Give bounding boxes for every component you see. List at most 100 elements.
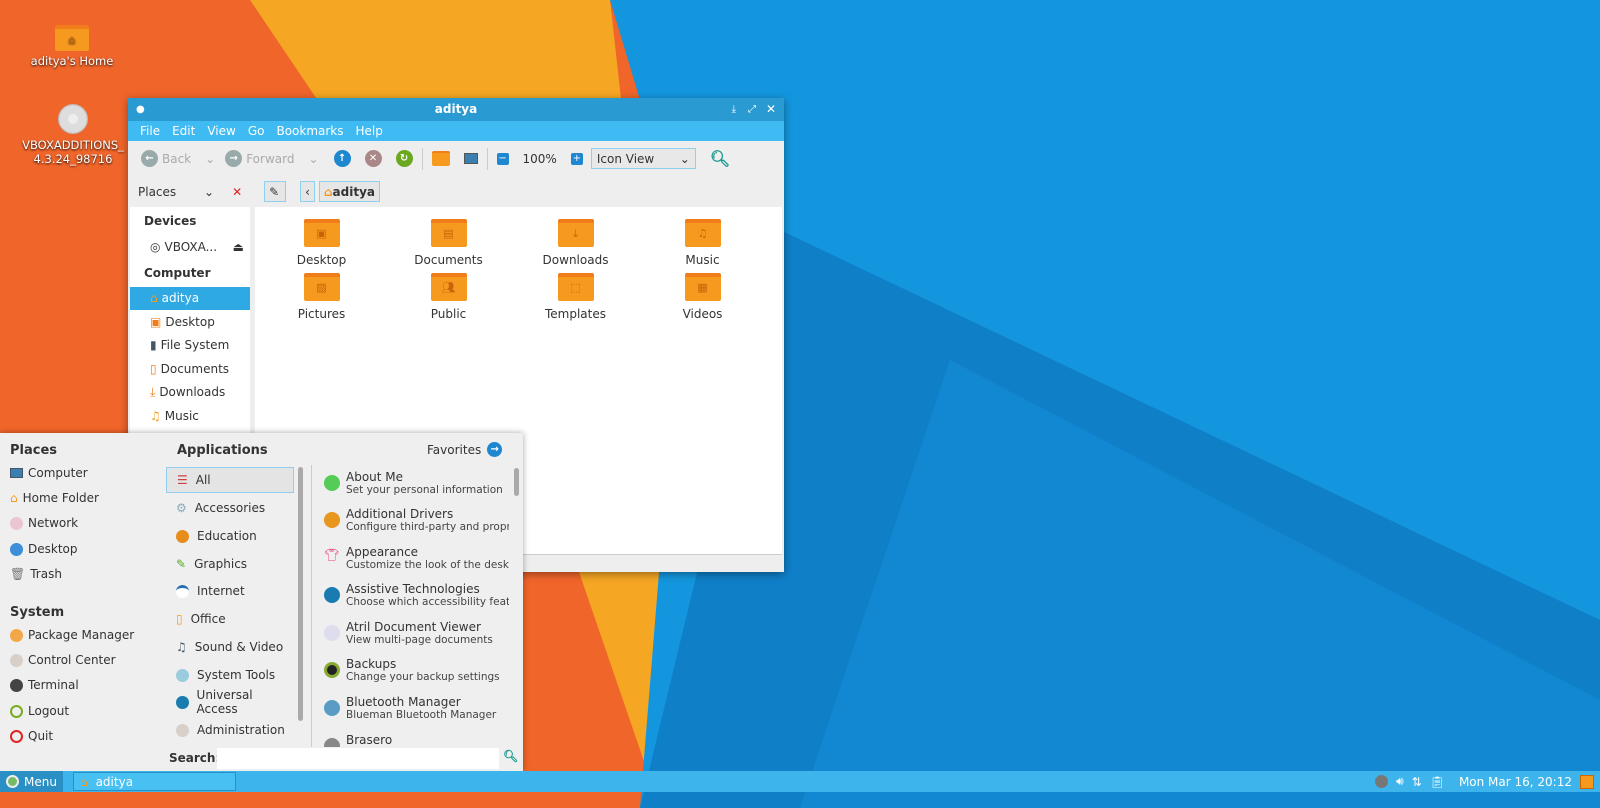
- place-computer[interactable]: Computer: [10, 466, 88, 480]
- file-item[interactable]: ▣ Desktop: [258, 219, 385, 267]
- close-pane-icon[interactable]: ✕: [232, 185, 242, 199]
- computer-icon[interactable]: [463, 153, 478, 164]
- app-about-me[interactable]: About Me Set your personal information: [324, 470, 509, 496]
- folder-pictures-icon: ▨: [303, 273, 340, 301]
- file-item[interactable]: 👥︎ Public: [385, 273, 512, 321]
- menu-help[interactable]: Help: [350, 121, 389, 141]
- app-brasero[interactable]: Brasero: [324, 733, 509, 747]
- volume-icon[interactable]: 🔊︎: [1396, 774, 1404, 789]
- app-appearance[interactable]: 👕︎ Appearance Customize the look of the de…: [324, 545, 509, 571]
- bluetooth-icon[interactable]: [1375, 775, 1389, 788]
- sidebar-header-computer: Computer: [144, 265, 211, 280]
- eject-icon[interactable]: ⏏: [233, 240, 244, 254]
- category-accessories[interactable]: ⚙ Accessories: [166, 495, 294, 521]
- home-icon[interactable]: [431, 151, 450, 166]
- app-additional-drivers[interactable]: Additional Drivers Configure third-party …: [324, 507, 509, 533]
- back-button[interactable]: ← Back ⌄: [138, 150, 218, 167]
- category-all[interactable]: ☰ All: [166, 467, 294, 493]
- toggle-location-button[interactable]: ✎: [264, 181, 287, 202]
- file-item[interactable]: ♫ Music: [639, 219, 766, 267]
- search-input[interactable]: [217, 748, 499, 769]
- desktop-icon: ▣: [150, 314, 162, 329]
- category-office[interactable]: ▯ Office: [166, 606, 294, 632]
- app-bluetooth-manager[interactable]: Bluetooth Manager Blueman Bluetooth Manag…: [324, 695, 509, 721]
- sidebar-header-devices: Devices: [144, 214, 197, 228]
- clock[interactable]: Mon Mar 16, 20:12: [1459, 775, 1572, 789]
- menu-view[interactable]: View: [201, 121, 241, 141]
- maximize-button[interactable]: ⤢: [748, 98, 756, 121]
- sidebar-item-documents[interactable]: ▯ Documents: [130, 357, 250, 381]
- search-icon[interactable]: 🔍︎: [503, 749, 518, 763]
- favorites-button[interactable]: Favorites →: [427, 442, 503, 457]
- home-icon: ⌂: [323, 184, 333, 199]
- category-universal-access[interactable]: Universal Access: [166, 688, 294, 716]
- chevron-down-icon[interactable]: ⌄: [308, 152, 318, 166]
- place-desktop[interactable]: Desktop: [10, 542, 78, 556]
- menu-button[interactable]: Menu: [0, 771, 63, 792]
- chevron-down-icon[interactable]: ⌄: [205, 152, 215, 166]
- home-icon: ⌂: [79, 774, 88, 789]
- sidebar-item-downloads[interactable]: ⤓ Downloads: [130, 381, 250, 405]
- system-logout[interactable]: Logout: [10, 704, 69, 718]
- apps-scrollbar[interactable]: [514, 468, 519, 496]
- file-item[interactable]: ▦ Videos: [639, 273, 766, 321]
- category-sound-video[interactable]: ♫ Sound & Video: [166, 634, 294, 660]
- breadcrumb[interactable]: ⌂ aditya: [318, 181, 380, 202]
- search-icon[interactable]: 🔍︎: [710, 149, 730, 168]
- menu-file[interactable]: File: [134, 121, 166, 141]
- side-pane-select[interactable]: Places: [138, 185, 198, 199]
- stop-icon[interactable]: ✕: [364, 150, 382, 167]
- crumb-back-button[interactable]: ‹: [300, 181, 315, 202]
- file-item[interactable]: ⬚ Templates: [512, 273, 639, 321]
- minimize-button[interactable]: ⤓: [732, 98, 736, 121]
- sidebar-item-desktop[interactable]: ▣ Desktop: [130, 310, 250, 334]
- forward-arrow-icon: →: [225, 150, 243, 167]
- sidebar-item-file-system[interactable]: ▮ File System: [130, 334, 250, 358]
- taskbar-window-aditya[interactable]: ⌂ aditya: [72, 772, 236, 791]
- categories-scrollbar[interactable]: [298, 467, 303, 721]
- drive-icon: ▮: [150, 338, 157, 353]
- show-desktop-icon[interactable]: [1580, 774, 1594, 789]
- zoom-in-icon[interactable]: +: [570, 152, 583, 165]
- desktop-icon-vboxadditions[interactable]: VBOXADDITIONS_4.3.24_98716: [17, 104, 129, 166]
- menu-bookmarks[interactable]: Bookmarks: [270, 121, 349, 141]
- title-bar[interactable]: ● aditya ⤓ ⤢ ✕: [128, 98, 784, 121]
- window-menu-icon[interactable]: ●: [136, 98, 145, 121]
- category-administration[interactable]: Administration: [166, 717, 294, 743]
- sidebar-item-vbox[interactable]: ◎ VBOXA... ⏏: [130, 235, 250, 259]
- clipboard-icon[interactable]: 📋︎: [1430, 775, 1445, 789]
- close-button[interactable]: ✕: [766, 98, 776, 121]
- desktop-icon-home[interactable]: ⌂ aditya's Home: [17, 25, 127, 68]
- file-item[interactable]: ▤ Documents: [385, 219, 512, 267]
- place-trash[interactable]: 🗑︎ Trash: [10, 567, 62, 581]
- view-mode-select[interactable]: Icon View ⌄: [590, 148, 696, 169]
- file-item[interactable]: ⤓ Downloads: [512, 219, 639, 267]
- terminal-icon: [10, 678, 23, 692]
- place-network[interactable]: Network: [10, 516, 78, 530]
- app-assistive-technologies[interactable]: Assistive Technologies Choose which acces…: [324, 582, 509, 608]
- app-atril[interactable]: Atril Document Viewer View multi-page doc…: [324, 620, 509, 646]
- category-internet[interactable]: Internet: [166, 578, 294, 604]
- sidebar-item-aditya[interactable]: ⌂ aditya: [130, 286, 250, 310]
- forward-button[interactable]: → Forward ⌄: [222, 150, 321, 167]
- system-control-center[interactable]: Control Center: [10, 653, 116, 667]
- file-item[interactable]: ▨ Pictures: [258, 273, 385, 321]
- zoom-out-icon[interactable]: −: [496, 152, 509, 165]
- system-terminal[interactable]: Terminal: [10, 678, 79, 692]
- category-system-tools[interactable]: System Tools: [166, 662, 294, 688]
- menu-go[interactable]: Go: [242, 121, 271, 141]
- chevron-down-icon[interactable]: ⌄: [204, 185, 214, 199]
- system-quit[interactable]: Quit: [10, 729, 53, 743]
- accessibility-icon: [176, 695, 189, 709]
- sidebar-item-music[interactable]: ♫ Music: [130, 404, 250, 428]
- place-home-folder[interactable]: ⌂ Home Folder: [10, 491, 99, 505]
- reload-icon[interactable]: ↻: [395, 150, 413, 167]
- up-icon[interactable]: ↑: [333, 150, 351, 167]
- menu-edit[interactable]: Edit: [166, 121, 201, 141]
- category-graphics[interactable]: ✎ Graphics: [166, 551, 294, 577]
- system-package-manager[interactable]: Package Manager: [10, 628, 134, 642]
- category-education[interactable]: Education: [166, 523, 294, 549]
- app-backups[interactable]: Backups Change your backup settings: [324, 657, 509, 683]
- network-icon[interactable]: ⇅: [1412, 775, 1422, 789]
- desktop-icon: [10, 542, 23, 556]
